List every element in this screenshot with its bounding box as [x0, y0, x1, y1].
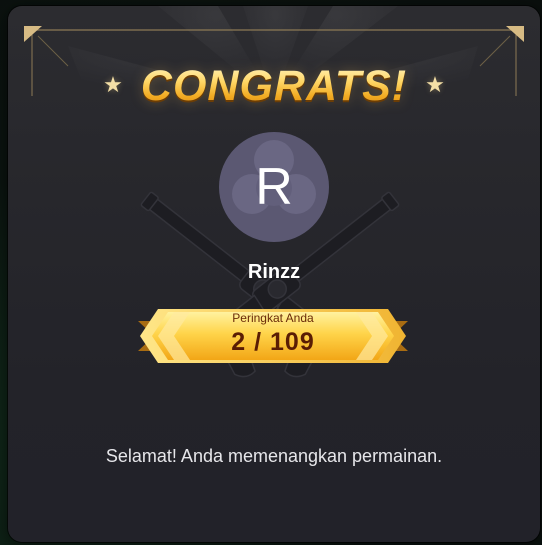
game-result-screen: ★ CONGRATS! ★ R Rinzz Peringkat Anda 2 /…: [0, 0, 542, 545]
congrats-title: CONGRATS!: [140, 61, 408, 110]
congrats-dialog: ★ CONGRATS! ★ R Rinzz Peringkat Anda 2 /…: [8, 6, 540, 542]
star-icon: ★: [103, 73, 123, 98]
win-message: Selamat! Anda memenangkan permainan.: [105, 446, 443, 466]
star-icon: ★: [425, 73, 445, 98]
avatar-initial: R: [255, 158, 293, 216]
rank-banner: Peringkat Anda 2 / 109: [128, 303, 418, 367]
title-row: ★ CONGRATS! ★: [8, 56, 540, 116]
player-avatar: R: [219, 132, 329, 242]
player-name: Rinzz: [247, 261, 301, 283]
rank-value: 2 / 109: [231, 328, 315, 356]
rank-label: Peringkat Anda: [232, 311, 314, 325]
